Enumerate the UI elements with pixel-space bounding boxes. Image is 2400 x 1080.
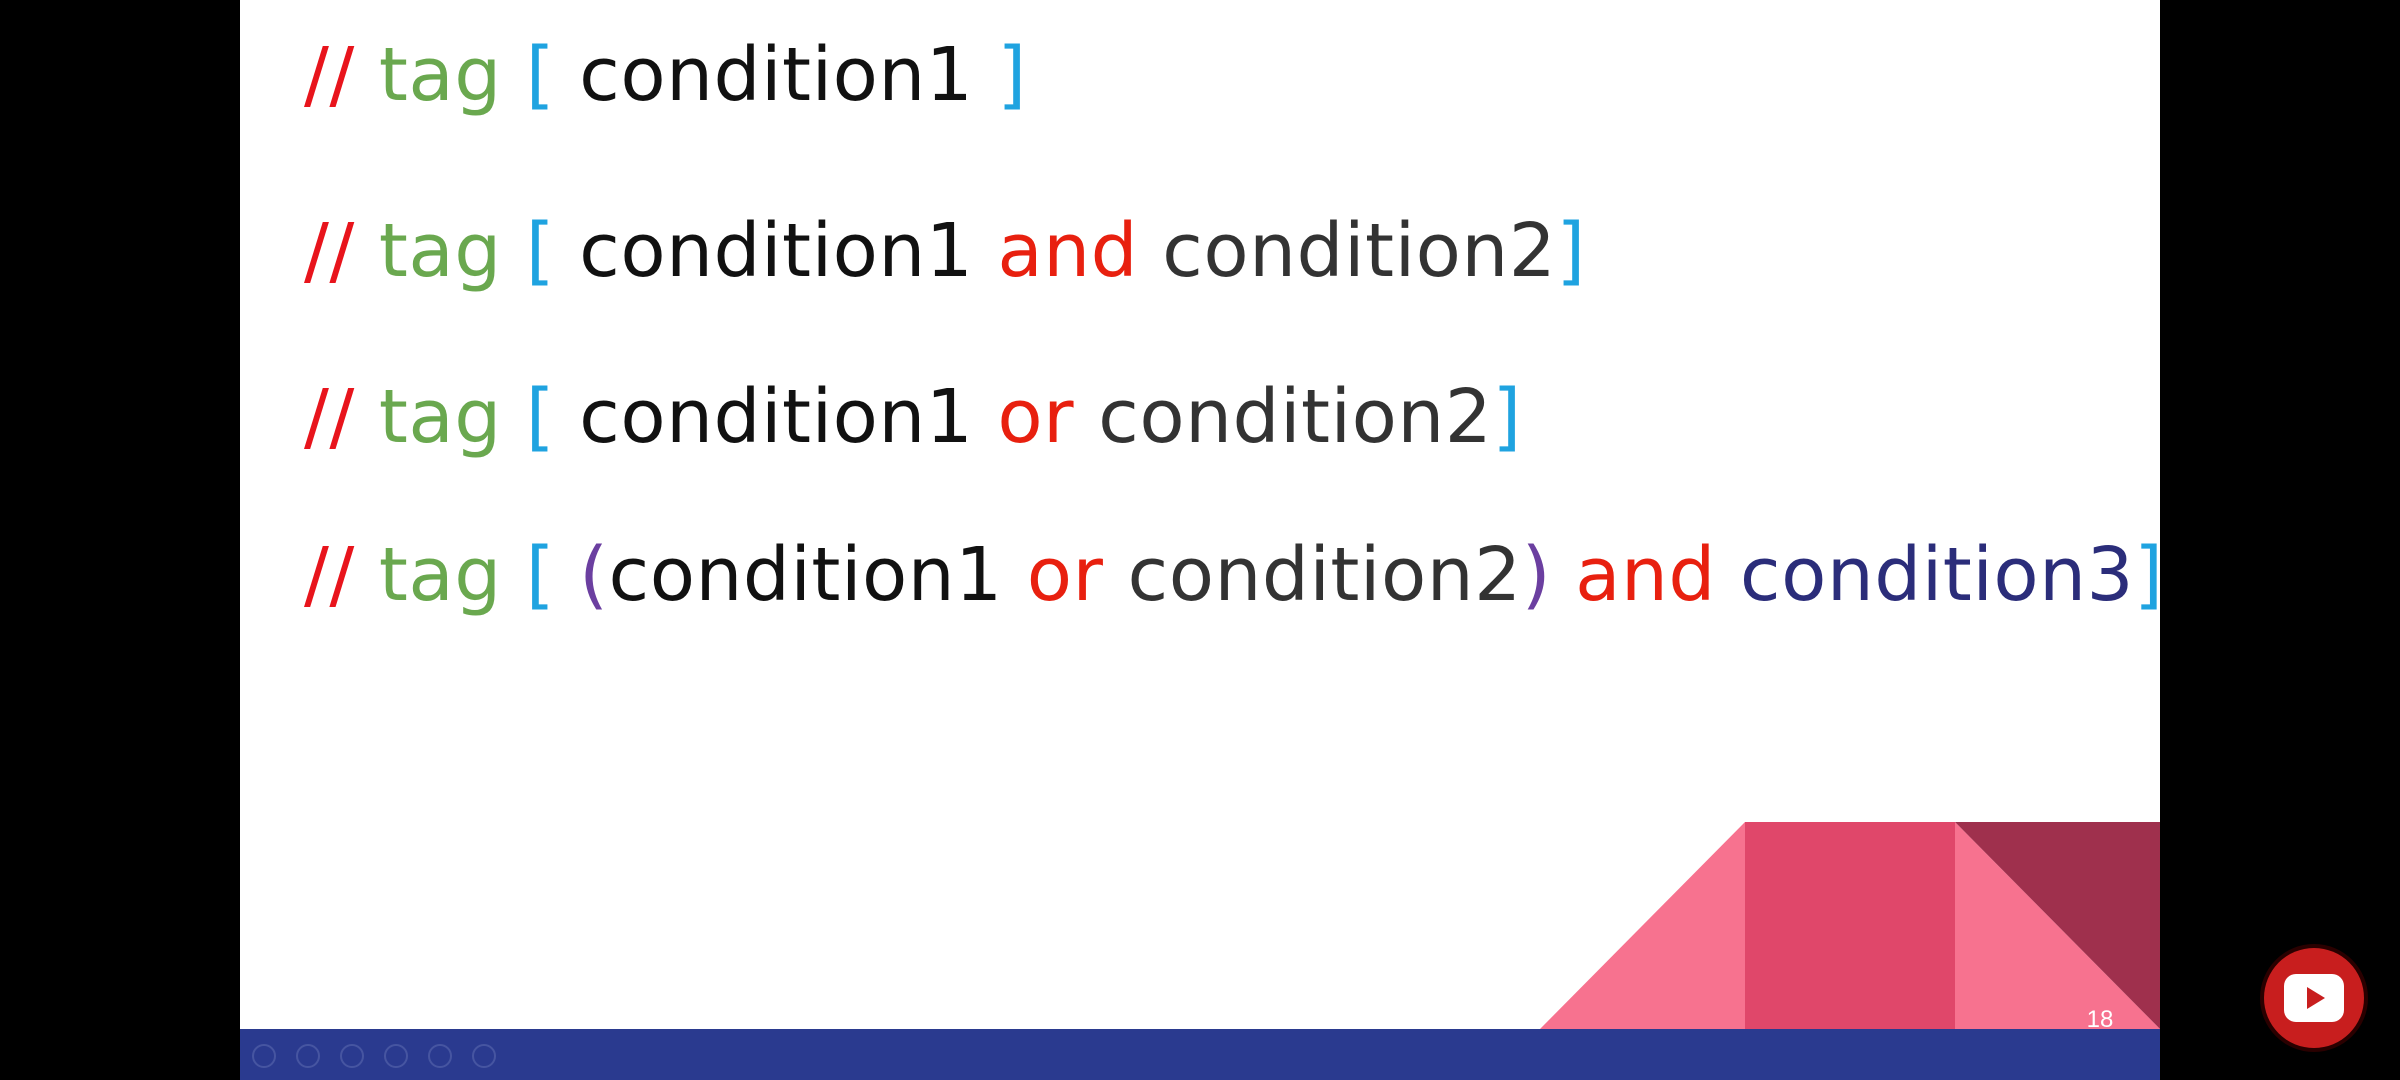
more-options-icon[interactable]	[472, 1044, 496, 1068]
decor-triangle-left	[1540, 822, 1745, 1029]
code-token: condition1	[579, 32, 998, 118]
code-token: condition2	[1127, 532, 1522, 618]
code-token: or	[997, 374, 1099, 460]
code-line-1: // tag [ condition1 ]	[304, 38, 1027, 112]
code-line-4: // tag [ (condition1 or condition2) and …	[304, 538, 2160, 612]
code-token: condition2	[1162, 208, 1557, 294]
pen-icon[interactable]	[340, 1044, 364, 1068]
code-token: [	[525, 374, 580, 460]
code-token: [	[525, 532, 580, 618]
zoom-icon[interactable]	[428, 1044, 452, 1068]
slide-page-number: 18	[2086, 1006, 2114, 1033]
code-token: ]	[997, 32, 1027, 118]
code-token: //	[304, 374, 379, 460]
code-token: )	[1521, 532, 1576, 618]
code-token: tag	[378, 374, 526, 460]
slide-bottom-bar	[240, 1029, 2160, 1080]
code-token: tag	[378, 32, 526, 118]
code-token: and	[997, 208, 1163, 294]
code-token: and	[1575, 532, 1740, 618]
code-token: condition1	[579, 208, 998, 294]
code-token: or	[1026, 532, 1128, 618]
code-token: //	[304, 32, 379, 118]
decor-square-middle	[1745, 822, 1955, 1029]
code-token: tag	[378, 532, 526, 618]
decor-triangle-right-dark	[1955, 822, 2160, 1029]
code-token: //	[304, 532, 379, 618]
code-line-3: // tag [ condition1 or condition2]	[304, 380, 1522, 454]
code-token: //	[304, 208, 379, 294]
decor-triangle-right-light	[1955, 822, 2160, 1029]
code-token: condition1	[608, 532, 1027, 618]
youtube-play-icon	[2284, 974, 2344, 1022]
code-token: tag	[378, 208, 526, 294]
code-token: (	[579, 532, 609, 618]
slide-show-toolbar	[252, 1044, 496, 1068]
grid-icon[interactable]	[384, 1044, 408, 1068]
code-token: ]	[1556, 208, 1586, 294]
next-slide-icon[interactable]	[296, 1044, 320, 1068]
youtube-button[interactable]	[2264, 948, 2364, 1048]
code-line-2: // tag [ condition1 and condition2]	[304, 214, 1586, 288]
code-token: condition1	[579, 374, 998, 460]
code-token: [	[525, 32, 580, 118]
code-token: condition2	[1098, 374, 1493, 460]
code-token: ]	[2134, 532, 2160, 618]
code-token: [	[525, 208, 580, 294]
previous-slide-icon[interactable]	[252, 1044, 276, 1068]
presentation-slide: // tag [ condition1 ] // tag [ condition…	[240, 0, 2160, 1080]
code-token: ]	[1492, 374, 1522, 460]
code-token: condition3	[1739, 532, 2135, 618]
video-screen: // tag [ condition1 ] // tag [ condition…	[0, 0, 2400, 1080]
